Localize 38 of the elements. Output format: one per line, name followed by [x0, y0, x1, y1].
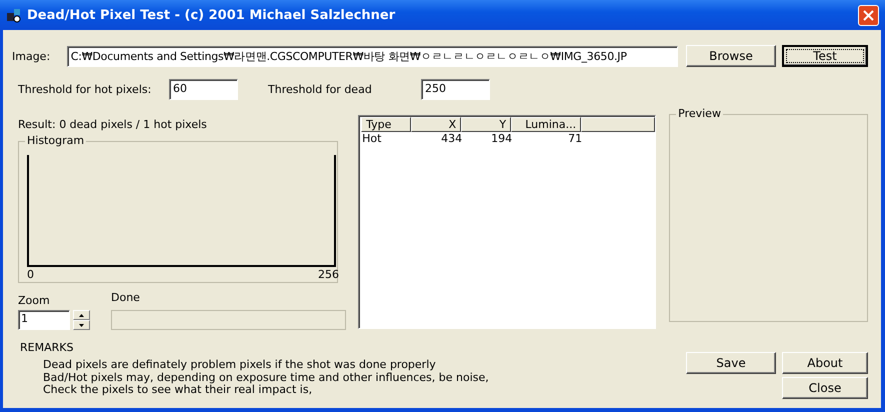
remark-text: Bad/Hot pixels may, depending on exposure time and other influences, be noise, [42, 372, 489, 384]
push-button[interactable]: Test [782, 45, 868, 67]
app-icon [6, 7, 22, 23]
threshold-field[interactable]: 250 [421, 78, 490, 100]
image-label: Image: [12, 50, 52, 62]
progress-label: Done [111, 291, 141, 304]
table-cell-text: Hot [362, 132, 382, 145]
window-title: Dead/Hot Pixel Test - (c) 2001 Michael Salzlechner [27, 8, 396, 22]
close-button[interactable] [858, 4, 879, 26]
spin-down-button[interactable] [73, 320, 90, 330]
table-cell-text: 434 [440, 132, 462, 145]
threshold-field[interactable]: 60 [169, 78, 238, 100]
threshold-label: Threshold for dead [268, 82, 373, 96]
table-cell-text: 71 [567, 132, 582, 145]
column-header[interactable]: Lumina... [511, 117, 582, 132]
zoom-field[interactable]: 1 [18, 310, 70, 330]
table-cell-text: 194 [490, 132, 512, 145]
remarks-title: REMARKS [20, 341, 74, 354]
spin-up-button[interactable] [73, 310, 90, 320]
image-path-field[interactable]: C:₩Documents and Settings₩라면맨.CGSCOMPUTER₩바탕 화면₩ㅇㄹㄴㄹㄴㅇㄹㄴㅇㄹㄴㅇ₩IMG_3650.JP [66, 46, 678, 66]
push-button[interactable]: About [782, 352, 868, 374]
zoom-label: Zoom [18, 294, 51, 307]
close-icon [863, 10, 874, 20]
result-text: Result: 0 dead pixels / 1 hot pixels [18, 118, 208, 133]
up-arrow-icon [79, 314, 84, 316]
threshold-label: Threshold for hot pixels: [18, 82, 152, 96]
column-header[interactable]: Type [361, 117, 412, 132]
remark-text: Dead pixels are definately problem pixels if the shot was done properly [42, 358, 437, 372]
axis-label: 0 [27, 268, 34, 281]
push-button[interactable]: Save [686, 352, 776, 374]
remark-text: Check the pixels to see what their real impact is, [42, 384, 314, 396]
down-arrow-icon [79, 324, 84, 326]
push-button[interactable]: Browse [686, 45, 776, 67]
histogram-title: Histogram [25, 134, 86, 148]
column-header[interactable]: X [411, 117, 462, 132]
column-header[interactable]: Y [461, 117, 512, 132]
axis-label: 256 [318, 268, 339, 281]
push-button[interactable]: Close [782, 377, 868, 399]
